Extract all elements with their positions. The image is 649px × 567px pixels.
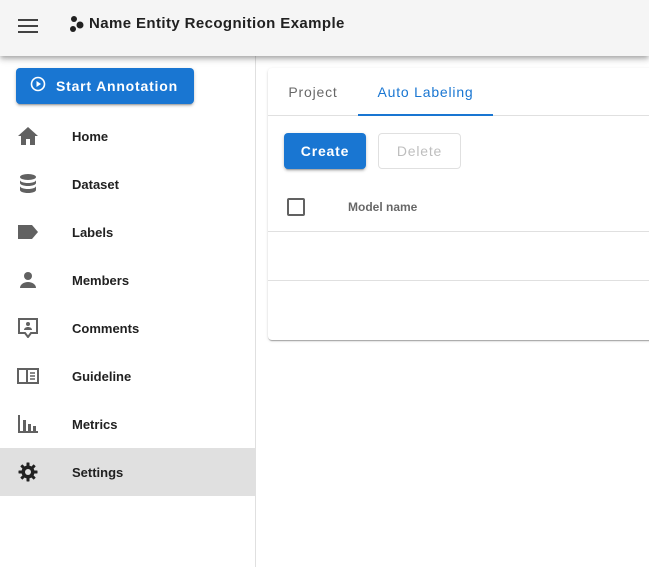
sidebar-item-members[interactable]: Members [0, 256, 255, 304]
table-header-row: Model name [268, 184, 649, 232]
label-icon [16, 220, 40, 244]
play-circle-icon [30, 76, 46, 97]
comment-account-icon [16, 316, 40, 340]
sidebar-item-label: Home [72, 128, 109, 144]
active-tab-indicator [358, 114, 493, 116]
tab-project[interactable]: Project [268, 68, 358, 116]
main-content: Project Auto Labeling Create Delete Mode… [256, 56, 649, 567]
sidebar-item-home[interactable]: Home [0, 112, 255, 160]
hamburger-menu-icon[interactable] [10, 8, 46, 44]
sidebar-item-label: Members [72, 272, 130, 288]
app-title: Name Entity Recognition Example [89, 15, 345, 32]
select-all-checkbox[interactable] [287, 198, 305, 216]
sidebar-item-settings[interactable]: Settings [0, 448, 255, 496]
start-annotation-label: Start Annotation [56, 78, 178, 94]
cog-icon [16, 460, 40, 484]
chart-bar-icon [16, 412, 40, 436]
sidebar-item-label: Metrics [72, 416, 118, 432]
doccano-logo-icon [68, 15, 86, 33]
database-icon [16, 172, 40, 196]
account-icon [16, 268, 40, 292]
tab-auto-labeling[interactable]: Auto Labeling [358, 68, 493, 116]
sidebar-nav: Home Dataset Labels Members Comments Gui… [0, 112, 255, 496]
sidebar-item-label: Guideline [72, 368, 132, 384]
delete-button[interactable]: Delete [378, 133, 461, 169]
sidebar-item-label: Settings [72, 464, 124, 480]
home-icon [16, 124, 40, 148]
sidebar-item-metrics[interactable]: Metrics [0, 400, 255, 448]
start-annotation-button[interactable]: Start Annotation [16, 68, 194, 104]
table-empty-row [268, 233, 649, 281]
sidebar-item-guideline[interactable]: Guideline [0, 352, 255, 400]
settings-card: Project Auto Labeling Create Delete Mode… [268, 68, 649, 340]
sidebar-item-comments[interactable]: Comments [0, 304, 255, 352]
create-button[interactable]: Create [284, 133, 366, 169]
sidebar-item-labels[interactable]: Labels [0, 208, 255, 256]
sidebar: Start Annotation Home Dataset Labels Mem… [0, 56, 256, 567]
app-bar: Name Entity Recognition Example [0, 0, 649, 56]
column-header-model-name: Model name [348, 200, 418, 214]
book-open-icon [16, 364, 40, 388]
sidebar-item-label: Comments [72, 320, 140, 336]
tab-bar: Project Auto Labeling [268, 68, 649, 116]
sidebar-item-label: Labels [72, 224, 114, 240]
sidebar-item-label: Dataset [72, 176, 119, 192]
sidebar-item-dataset[interactable]: Dataset [0, 160, 255, 208]
